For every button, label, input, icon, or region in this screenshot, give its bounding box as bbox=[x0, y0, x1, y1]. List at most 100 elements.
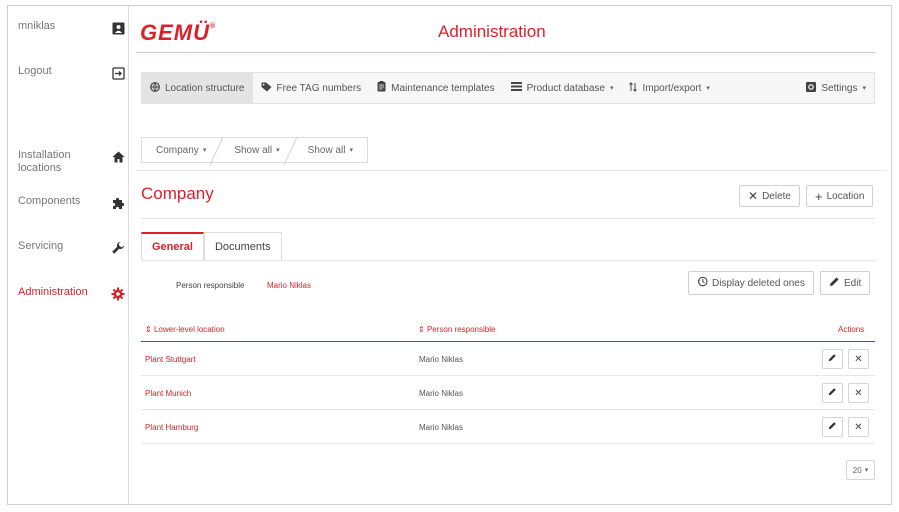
section-divider bbox=[141, 218, 875, 219]
chevron-down-icon: ▾ bbox=[609, 85, 614, 92]
nav-free-tag-numbers[interactable]: Free TAG numbers bbox=[253, 73, 370, 103]
header-divider bbox=[136, 52, 876, 53]
person-cell: Mario Niklas bbox=[419, 355, 464, 364]
delete-row-button[interactable]: ✕ bbox=[848, 383, 869, 403]
close-icon: ✕ bbox=[748, 189, 759, 203]
breadcrumb-label: Show all bbox=[307, 144, 346, 156]
nav-product-database[interactable]: Product database ▾ bbox=[503, 73, 622, 103]
column-label: Lower-level location bbox=[153, 325, 225, 334]
table-row: Plant Stuttgart Mario Niklas ✕ bbox=[141, 342, 875, 376]
breadcrumb-label: Company bbox=[156, 144, 199, 156]
nav-import-export[interactable]: Import/export ▾ bbox=[621, 73, 717, 103]
location-link[interactable]: Plant Munich bbox=[145, 389, 191, 398]
sidebar-item-administration[interactable]: Administration bbox=[18, 286, 126, 302]
pencil-icon bbox=[828, 421, 837, 433]
nav-label: Settings bbox=[821, 82, 858, 94]
delete-row-button[interactable]: ✕ bbox=[848, 349, 869, 369]
tab-general[interactable]: General bbox=[141, 232, 204, 260]
delete-button[interactable]: ✕ Delete bbox=[739, 185, 800, 207]
sidebar-item-label: Administration bbox=[18, 286, 88, 298]
page-title: Administration bbox=[438, 22, 546, 41]
location-link[interactable]: Plant Stuttgart bbox=[145, 355, 196, 364]
pencil-icon bbox=[828, 353, 837, 365]
sidebar-item-label: Components bbox=[18, 195, 81, 207]
sidebar-item-servicing[interactable]: Servicing bbox=[18, 240, 126, 256]
nav-label: Maintenance templates bbox=[391, 82, 495, 94]
column-header-location[interactable]: ⇕ Lower-level location bbox=[145, 325, 225, 334]
page-size-value: 20 bbox=[852, 465, 862, 475]
sidebar-item-installation-locations[interactable]: Installation locations bbox=[18, 149, 126, 175]
breadcrumb-divider bbox=[136, 170, 886, 171]
username-label: mniklas bbox=[18, 20, 56, 32]
column-header-actions: Actions bbox=[838, 325, 865, 334]
edit-row-button[interactable] bbox=[822, 383, 843, 403]
sidebar: mniklas Logout Installation locations Co… bbox=[8, 6, 129, 504]
close-icon: ✕ bbox=[854, 387, 863, 399]
wrench-icon bbox=[110, 240, 126, 256]
pencil-icon bbox=[829, 276, 840, 290]
edit-row-button[interactable] bbox=[822, 349, 843, 369]
person-responsible-label: Person responsible bbox=[176, 281, 245, 290]
gear-icon bbox=[110, 286, 126, 302]
history-icon bbox=[697, 276, 708, 290]
nav-settings[interactable]: Settings ▾ bbox=[798, 73, 874, 103]
chevron-down-icon: ▾ bbox=[864, 467, 869, 474]
display-deleted-button[interactable]: Display deleted ones bbox=[688, 271, 814, 295]
chevron-down-icon: ▾ bbox=[276, 147, 280, 154]
chevron-down-icon: ▾ bbox=[706, 85, 710, 92]
admin-navbar: Location structure Free TAG numbers Main… bbox=[141, 72, 875, 104]
location-link[interactable]: Plant Hamburg bbox=[145, 423, 198, 432]
section-title: Company bbox=[141, 184, 214, 203]
edit-button[interactable]: Edit bbox=[820, 271, 871, 295]
chevron-down-icon: ▾ bbox=[349, 147, 353, 154]
list-icon bbox=[510, 82, 522, 94]
tab-bar: General Documents bbox=[141, 232, 282, 260]
chevron-down-icon: ▾ bbox=[202, 147, 207, 154]
plus-icon: + bbox=[815, 188, 823, 204]
table-row: Plant Munich Mario Niklas ✕ bbox=[141, 376, 875, 410]
sidebar-user[interactable]: mniklas bbox=[18, 20, 126, 36]
app-window: mniklas Logout Installation locations Co… bbox=[7, 5, 892, 505]
pencil-icon bbox=[828, 387, 837, 399]
column-label: Person responsible bbox=[426, 325, 496, 334]
person-responsible-value[interactable]: Mario Niklas bbox=[267, 281, 311, 290]
puzzle-icon bbox=[110, 195, 126, 211]
nav-label: Location structure bbox=[165, 82, 245, 94]
display-deleted-label: Display deleted ones bbox=[712, 277, 805, 289]
edit-row-button[interactable] bbox=[822, 417, 843, 437]
nav-label: Product database bbox=[526, 82, 605, 94]
add-location-button[interactable]: + Location bbox=[806, 185, 874, 207]
person-cell: Mario Niklas bbox=[419, 423, 464, 432]
table-row: Plant Hamburg Mario Niklas ✕ bbox=[141, 410, 875, 444]
breadcrumb-company[interactable]: Company ▾ bbox=[142, 138, 220, 162]
sidebar-item-label: Installation locations bbox=[18, 149, 71, 174]
sidebar-item-components[interactable]: Components bbox=[18, 195, 126, 211]
tab-documents[interactable]: Documents bbox=[203, 232, 282, 260]
close-icon: ✕ bbox=[854, 353, 863, 365]
breadcrumb-show-all-2[interactable]: Show all ▾ bbox=[294, 138, 367, 162]
logout-label: Logout bbox=[18, 65, 52, 77]
sidebar-logout[interactable]: Logout bbox=[18, 65, 126, 81]
home-icon bbox=[110, 149, 126, 165]
breadcrumb: Company ▾ Show all ▾ Show all ▾ bbox=[141, 137, 368, 163]
sidebar-item-label: Servicing bbox=[18, 240, 64, 252]
logo-text: GEMÜ bbox=[140, 20, 210, 45]
nav-location-structure[interactable]: Location structure bbox=[142, 73, 253, 103]
column-header-person[interactable]: ⇕ Person responsible bbox=[418, 325, 495, 334]
page-size-select[interactable]: 20 ▾ bbox=[846, 460, 875, 480]
globe-icon bbox=[150, 81, 160, 95]
clipboard-icon bbox=[377, 81, 386, 95]
gemu-logo: GEMÜ® bbox=[140, 20, 216, 46]
nav-label: Free TAG numbers bbox=[276, 82, 362, 94]
user-card-icon bbox=[110, 20, 126, 36]
delete-row-button[interactable]: ✕ bbox=[848, 417, 869, 437]
nav-maintenance-templates[interactable]: Maintenance templates bbox=[369, 73, 502, 103]
sort-icon: ⇕ bbox=[418, 325, 427, 334]
registered-mark: ® bbox=[210, 22, 217, 30]
edit-label: Edit bbox=[844, 277, 862, 289]
close-icon: ✕ bbox=[854, 421, 863, 433]
sort-icon: ⇕ bbox=[145, 325, 154, 334]
delete-label: Delete bbox=[762, 190, 791, 202]
chevron-down-icon: ▾ bbox=[862, 85, 866, 92]
breadcrumb-show-all-1[interactable]: Show all ▾ bbox=[220, 138, 293, 162]
